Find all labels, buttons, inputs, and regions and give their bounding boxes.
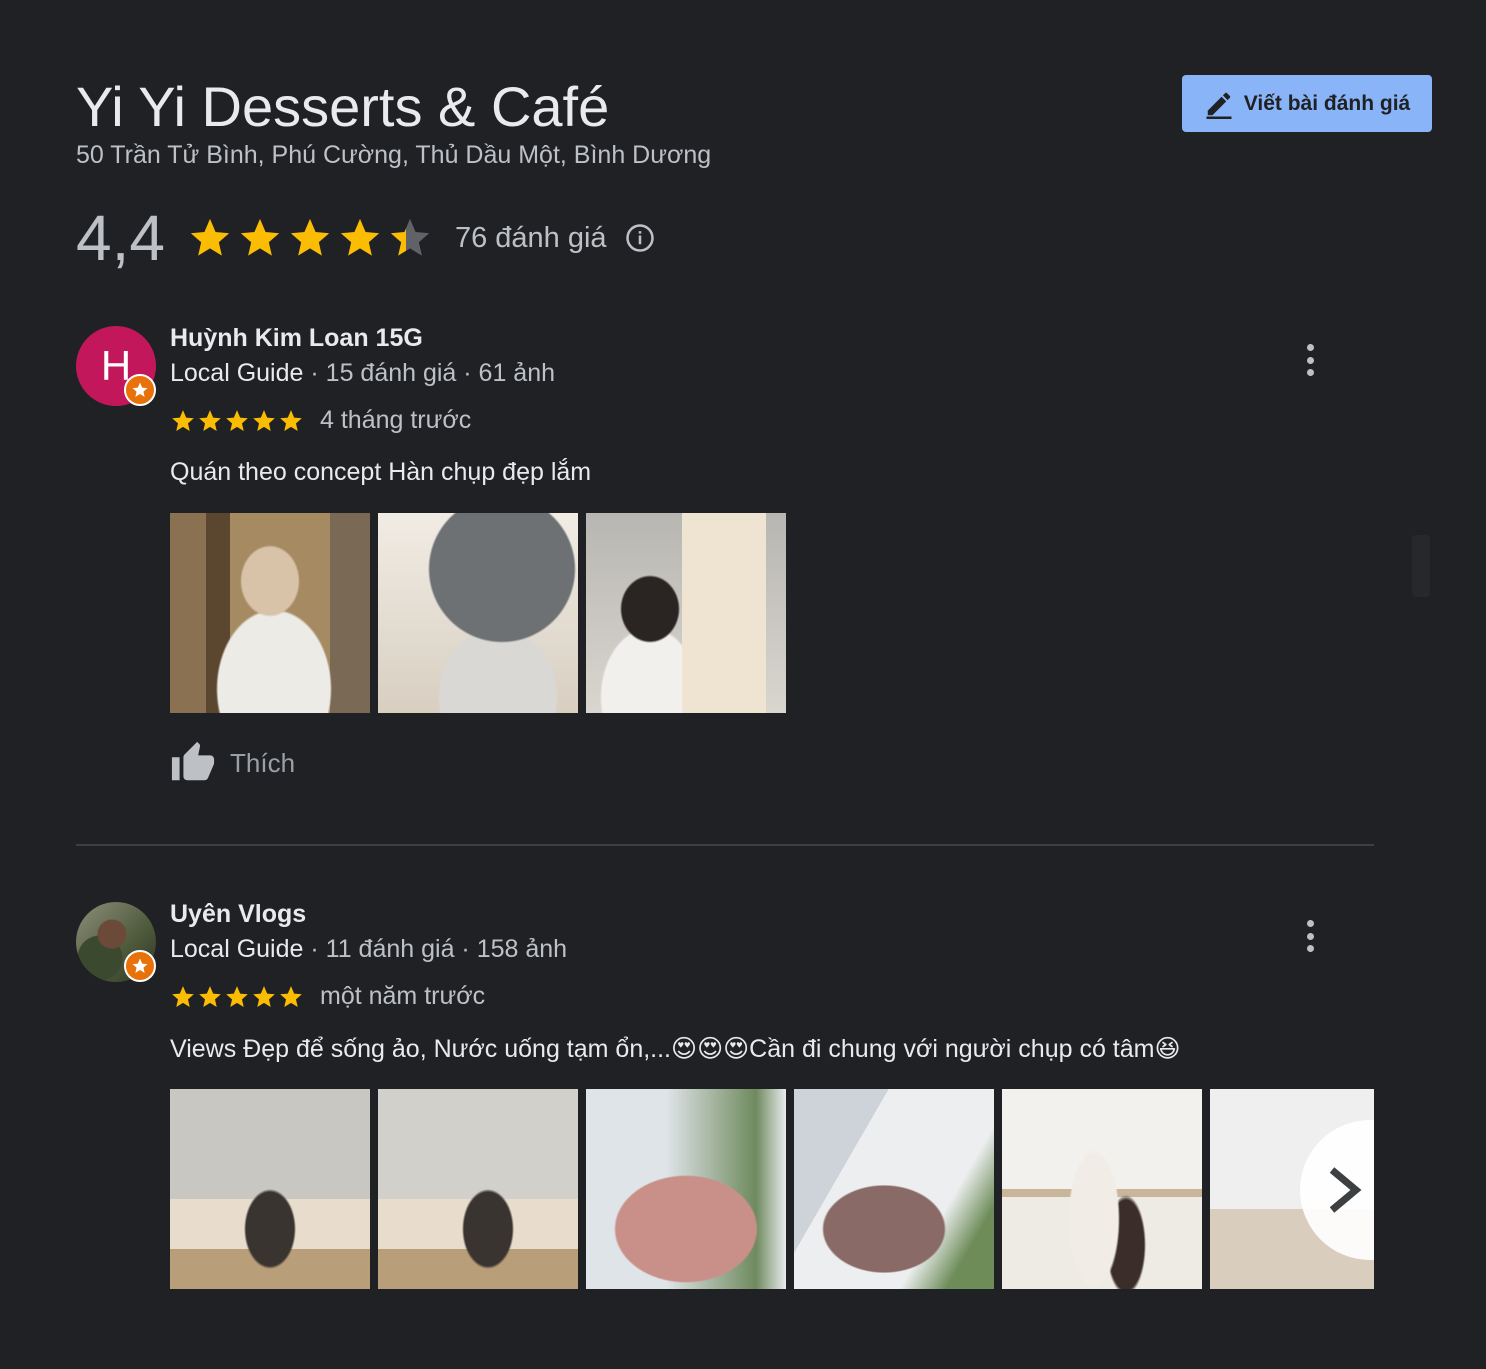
review-time: 4 tháng trước — [320, 406, 472, 434]
local-guide-badge-icon — [124, 374, 156, 406]
place-address: 50 Trần Tử Bình, Phú Cường, Thủ Dầu Một,… — [76, 141, 712, 169]
reviewer-name[interactable]: Huỳnh Kim Loan 15G — [170, 324, 423, 353]
star-icon — [199, 409, 221, 431]
like-label: Thích — [230, 747, 296, 778]
reviewer-meta: Local Guide · 11 đánh giá · 158 ảnh — [170, 935, 567, 964]
overall-rating: 4,4 76 đánh giá — [76, 200, 655, 276]
star-icon — [280, 409, 302, 431]
review-photo[interactable] — [1002, 1089, 1202, 1289]
star-icon — [172, 985, 194, 1007]
review-text: Quán theo concept Hàn chụp đẹp lắm — [170, 458, 592, 486]
review-time: một năm trước — [320, 982, 486, 1010]
rating-stars — [187, 215, 433, 261]
review-stars — [170, 984, 304, 1010]
review-photo[interactable] — [170, 513, 370, 713]
more-options-icon[interactable] — [1298, 918, 1322, 954]
review-photos — [170, 513, 786, 713]
reviewer-stats: · 15 đánh giá · 61 ảnh — [310, 359, 556, 387]
review-rating-row: một năm trước — [170, 982, 485, 1011]
reviewer-stats: · 11 đánh giá · 158 ảnh — [310, 935, 568, 963]
chevron-right-icon — [1329, 1167, 1362, 1213]
star-icon — [226, 985, 248, 1007]
review-divider — [76, 844, 1374, 846]
review-photo[interactable] — [378, 513, 578, 713]
pencil-icon — [1206, 92, 1232, 119]
write-review-label: Viết bài đánh giá — [1243, 91, 1411, 115]
star-icon — [253, 409, 275, 431]
like-button[interactable]: Thích — [170, 740, 295, 786]
star-icon — [190, 218, 230, 256]
review-photos — [170, 1089, 1374, 1289]
reviewer-meta: Local Guide · 15 đánh giá · 61 ảnh — [170, 359, 555, 388]
review-photo[interactable] — [170, 1089, 370, 1289]
next-photos-button-wrap — [1300, 1089, 1374, 1289]
local-guide-label: Local Guide — [170, 935, 304, 963]
review-rating-row: 4 tháng trước — [170, 406, 471, 435]
star-icon — [340, 218, 380, 256]
review-photo[interactable] — [378, 1089, 578, 1289]
local-guide-badge-icon — [124, 950, 156, 982]
star-icon — [199, 985, 221, 1007]
review-photo[interactable] — [794, 1089, 994, 1289]
star-icon — [290, 218, 330, 256]
star-icon — [390, 218, 430, 256]
review-card: Uyên Vlogs Local Guide · 11 đánh giá · 1… — [76, 900, 1386, 1102]
star-icon — [253, 985, 275, 1007]
side-scroll-strip — [1412, 535, 1430, 597]
star-icon — [280, 985, 302, 1007]
write-review-button[interactable]: Viết bài đánh giá — [1182, 75, 1432, 132]
star-icon — [172, 409, 194, 431]
star-icon — [240, 218, 280, 256]
info-icon[interactable] — [625, 223, 655, 253]
thumbs-up-icon — [171, 741, 215, 781]
review-photo[interactable] — [586, 1089, 786, 1289]
next-photos-button[interactable] — [1300, 1120, 1374, 1260]
review-card: H Huỳnh Kim Loan 15G Local Guide · 15 đá… — [76, 324, 1386, 796]
review-text: Views Đẹp để sống ảo, Nước uống tạm ổn,.… — [170, 1035, 1181, 1063]
place-title: Yi Yi Desserts & Café — [76, 75, 610, 138]
review-count-link[interactable]: 76 đánh giá — [455, 222, 607, 255]
local-guide-label: Local Guide — [170, 359, 304, 387]
rating-value: 4,4 — [76, 202, 165, 274]
more-options-icon[interactable] — [1298, 342, 1322, 378]
review-photo[interactable] — [586, 513, 786, 713]
star-icon — [226, 409, 248, 431]
reviewer-name[interactable]: Uyên Vlogs — [170, 900, 306, 929]
review-stars — [170, 408, 304, 434]
